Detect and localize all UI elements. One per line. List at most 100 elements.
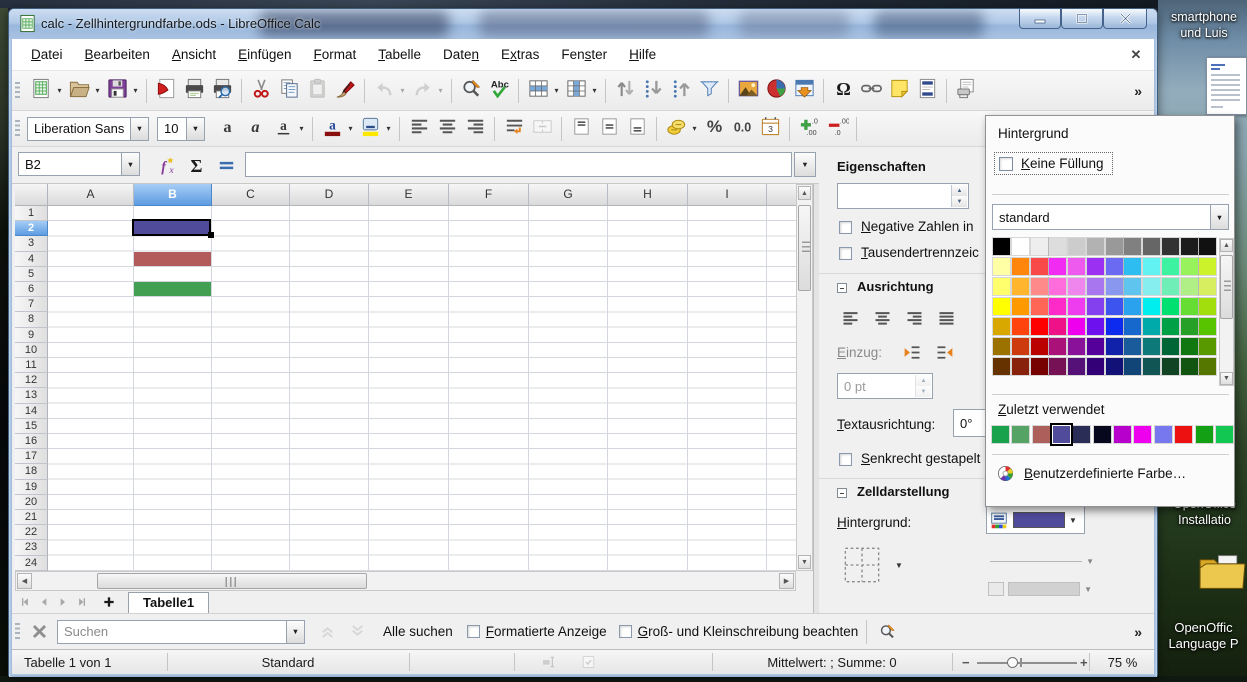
open-button[interactable] — [65, 77, 93, 105]
colored-cell-B6[interactable] — [134, 282, 211, 296]
palette-color[interactable] — [993, 278, 1010, 295]
row-header-21[interactable]: 21 — [15, 510, 48, 525]
negative-numbers-label[interactable]: Negative Zahlen in — [861, 219, 974, 234]
chevron-down-icon[interactable]: ▼ — [895, 561, 903, 570]
column-header-I[interactable]: I — [688, 184, 767, 206]
chevron-down-icon[interactable]: ▾ — [346, 124, 355, 133]
chevron-down-icon[interactable]: ▾ — [131, 86, 140, 95]
alignment-section-header[interactable]: Ausrichtung — [857, 279, 934, 294]
zoom-out-icon[interactable]: − — [962, 650, 970, 674]
palette-color[interactable] — [1031, 298, 1048, 315]
palette-color[interactable] — [1162, 338, 1179, 355]
palette-scrollbar-thumb[interactable] — [1220, 255, 1233, 319]
underline-button[interactable]: a — [269, 115, 297, 143]
print-area-button[interactable] — [952, 77, 980, 105]
palette-color[interactable] — [1049, 298, 1066, 315]
palette-color[interactable] — [1106, 258, 1123, 275]
formula-input[interactable] — [245, 152, 792, 177]
match-case-checkbox[interactable] — [619, 625, 632, 638]
align-center-button[interactable] — [869, 305, 895, 329]
bold-button[interactable]: a — [213, 115, 241, 143]
palette-color[interactable] — [1199, 338, 1216, 355]
desktop-icon-label-language-pack[interactable]: OpenOffic Language P — [1160, 620, 1247, 652]
row-header-18[interactable]: 18 — [15, 464, 48, 479]
thousands-separator-label[interactable]: Tausendertrennzeic — [861, 245, 979, 260]
palette-color[interactable] — [993, 318, 1010, 335]
next-sheet-icon[interactable] — [53, 593, 72, 612]
palette-color[interactable] — [1068, 338, 1085, 355]
match-case-label[interactable]: Groß- und Kleinschreibung beachten — [638, 624, 859, 639]
page-style[interactable]: Standard — [167, 650, 409, 674]
palette-color[interactable] — [1124, 258, 1141, 275]
palette-color[interactable] — [1087, 258, 1104, 275]
palette-color[interactable] — [1012, 298, 1029, 315]
toolbar-overflow-icon[interactable]: » — [1134, 83, 1142, 99]
align-center-button[interactable] — [433, 115, 461, 143]
paste-button[interactable] — [303, 77, 331, 105]
row-header-9[interactable]: 9 — [15, 328, 48, 343]
scroll-right-icon[interactable]: ▶ — [779, 573, 794, 589]
vertical-scrollbar-thumb[interactable] — [798, 205, 811, 291]
palette-color[interactable] — [1124, 298, 1141, 315]
column-header-C[interactable]: C — [212, 184, 290, 206]
palette-color[interactable] — [1087, 318, 1104, 335]
toolbar-grip[interactable] — [15, 82, 20, 100]
close-document-icon[interactable]: ✕ — [1128, 47, 1144, 63]
palette-color[interactable] — [1124, 318, 1141, 335]
collapse-icon[interactable] — [837, 488, 847, 498]
palette-color[interactable] — [993, 358, 1010, 375]
palette-color[interactable] — [1012, 238, 1029, 255]
recent-color-selected[interactable] — [1053, 426, 1070, 443]
palette-color[interactable] — [1012, 358, 1029, 375]
insert-column-button[interactable] — [562, 77, 590, 105]
spelling-button[interactable]: Abc — [485, 77, 513, 105]
first-sheet-icon[interactable] — [15, 593, 34, 612]
recent-color[interactable] — [1094, 426, 1111, 443]
row-header-12[interactable]: 12 — [15, 373, 48, 388]
chevron-down-icon[interactable]: ▼ — [186, 118, 204, 140]
align-justify-button[interactable] — [933, 305, 959, 329]
findbar-overflow-icon[interactable]: » — [1134, 624, 1142, 640]
horizontal-scrollbar[interactable]: ◀ ▶ — [15, 571, 796, 591]
palette-color[interactable] — [1031, 338, 1048, 355]
autofilter-button[interactable] — [695, 77, 723, 105]
palette-color[interactable] — [1068, 318, 1085, 335]
border-line-color-dropdown[interactable]: ▼ — [986, 577, 1094, 601]
column-header-A[interactable]: A — [48, 184, 134, 206]
selection-mode-icon[interactable] — [580, 650, 597, 674]
palette-color[interactable] — [1181, 278, 1198, 295]
palette-color[interactable] — [1124, 358, 1141, 375]
palette-color[interactable] — [1124, 278, 1141, 295]
equals-button[interactable] — [212, 151, 240, 179]
menu-extras[interactable]: Extras — [490, 40, 550, 70]
row-header-11[interactable]: 11 — [15, 358, 48, 373]
border-line-style-dropdown[interactable]: ▼ — [986, 551, 1094, 571]
palette-color[interactable] — [1199, 258, 1216, 275]
headers-footers-button[interactable] — [913, 77, 941, 105]
row-header-16[interactable]: 16 — [15, 434, 48, 449]
palette-color[interactable] — [1106, 358, 1123, 375]
indent-value-spinbox[interactable]: 0 pt ▲▼ — [837, 373, 933, 399]
wrap-text-button[interactable] — [500, 115, 528, 143]
palette-color[interactable] — [1049, 238, 1066, 255]
palette-select[interactable]: standard▼ — [992, 204, 1229, 230]
palette-color[interactable] — [1068, 298, 1085, 315]
palette-color[interactable] — [1124, 338, 1141, 355]
palette-color[interactable] — [1124, 238, 1141, 255]
insert-image-button[interactable] — [734, 77, 762, 105]
export-pdf-button[interactable] — [152, 77, 180, 105]
no-fill-button[interactable]: Keine Füllung — [994, 152, 1113, 175]
sum-button[interactable]: Σ — [182, 151, 210, 179]
palette-color[interactable] — [1162, 258, 1179, 275]
desktop-icon-label-smartphone[interactable]: smartphone und Luis — [1161, 9, 1247, 41]
hyperlink-button[interactable] — [857, 77, 885, 105]
palette-color[interactable] — [1199, 278, 1216, 295]
colored-cell-B4[interactable] — [134, 252, 211, 266]
sheet-info[interactable]: Tabelle 1 von 1 — [24, 650, 111, 674]
grid-cells-area[interactable] — [48, 206, 813, 571]
align-right-button[interactable] — [901, 305, 927, 329]
delete-decimal-button[interactable]: .00.0 — [823, 115, 851, 143]
zoom-slider-track[interactable] — [977, 662, 1077, 664]
palette-color[interactable] — [1087, 278, 1104, 295]
formatted-display-checkbox[interactable] — [467, 625, 480, 638]
